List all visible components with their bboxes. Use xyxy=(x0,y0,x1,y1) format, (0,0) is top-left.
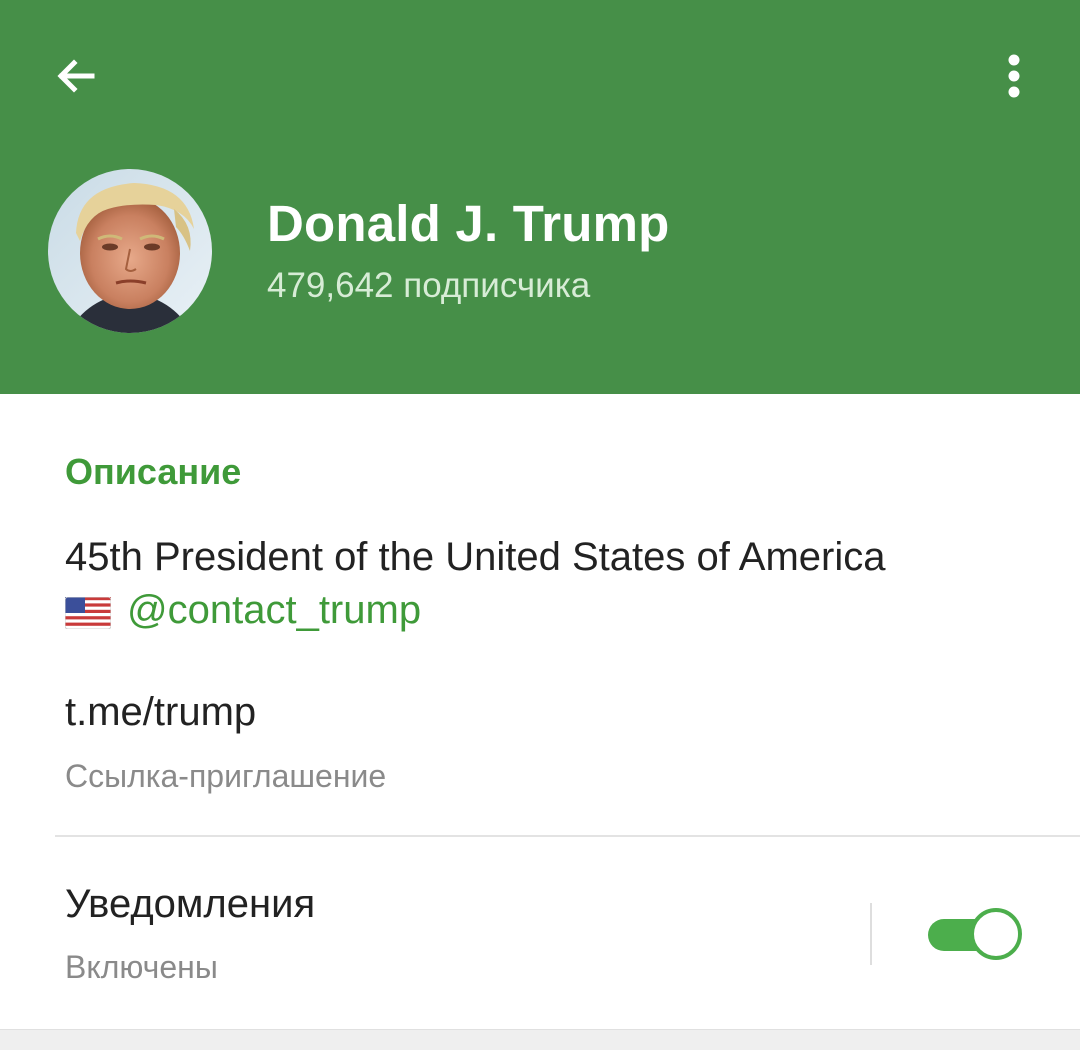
notifications-row[interactable] xyxy=(0,837,1080,1029)
contact-mention-link[interactable]: @contact_trump xyxy=(127,588,421,633)
more-vertical-icon xyxy=(1008,54,1020,98)
description-contact-line: @contact_trump xyxy=(65,588,421,633)
channel-avatar[interactable] xyxy=(48,169,212,333)
us-flag-icon xyxy=(65,596,111,629)
avatar-portrait-icon xyxy=(48,169,212,333)
toggle-thumb xyxy=(970,908,1022,960)
subscriber-count: 479,642 подписчика xyxy=(267,266,591,305)
invite-link[interactable]: t.me/trump xyxy=(65,690,256,735)
channel-name: Donald J. Trump xyxy=(267,195,670,252)
toggle-divider xyxy=(870,903,872,965)
bottom-shadow xyxy=(0,1029,1080,1050)
arrow-left-icon xyxy=(57,59,95,93)
notifications-toggle[interactable] xyxy=(926,906,1022,962)
channel-header: Donald J. Trump 479,642 подписчика xyxy=(0,0,1080,394)
notifications-status: Включены xyxy=(65,949,218,985)
back-button[interactable] xyxy=(40,40,112,112)
invite-link-caption: Ссылка-приглашение xyxy=(65,758,387,794)
notifications-title: Уведомления xyxy=(65,882,316,926)
description-section-title: Описание xyxy=(65,451,242,492)
more-options-button[interactable] xyxy=(980,40,1048,112)
description-text: 45th President of the United States of A… xyxy=(65,535,886,579)
